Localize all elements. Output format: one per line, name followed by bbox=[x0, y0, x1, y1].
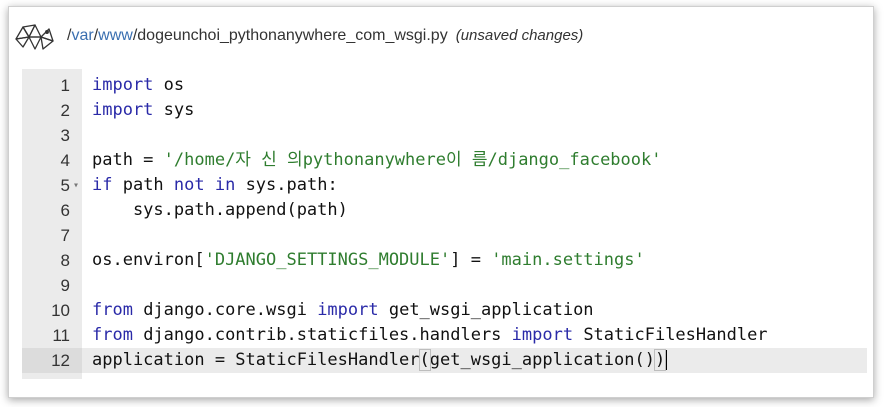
matched-paren: ) bbox=[653, 349, 667, 371]
fold-arrow-icon[interactable]: ▾ bbox=[70, 173, 82, 198]
line-number: 9 bbox=[60, 276, 70, 295]
line-number: 12 bbox=[22, 348, 82, 373]
code-token: ] = bbox=[450, 250, 492, 270]
code-line[interactable]: 7 bbox=[22, 223, 867, 248]
pythonanywhere-snake-logo-icon[interactable] bbox=[13, 19, 59, 55]
code-token: application = StaticFilesHandler bbox=[92, 350, 420, 370]
string-token: 'DJANGO_SETTINGS_MODULE' bbox=[204, 250, 451, 270]
file-breadcrumb: /var/www/dogeunchoi_pythonanywhere_com_w… bbox=[67, 27, 583, 45]
code-line[interactable]: 1 import os bbox=[22, 73, 867, 98]
matched-paren: ( bbox=[418, 349, 431, 371]
line-number: 8 bbox=[60, 251, 70, 270]
code-line[interactable]: 5 ▾ if path not in sys.path: bbox=[22, 173, 867, 198]
line-number: 4 bbox=[60, 151, 70, 170]
code-token: sys bbox=[153, 100, 195, 120]
code-token: StaticFilesHandler bbox=[573, 325, 768, 345]
code-token: os bbox=[153, 75, 185, 95]
keyword-token: import bbox=[92, 100, 154, 120]
editor-window: /var/www/dogeunchoi_pythonanywhere_com_w… bbox=[8, 6, 874, 398]
keyword-token: import bbox=[92, 75, 154, 95]
keyword-token: from bbox=[92, 325, 133, 345]
breadcrumb-filename: dogeunchoi_pythonanywhere_com_wsgi.py bbox=[137, 27, 448, 44]
code-text: sys.path.append(path) bbox=[92, 198, 348, 223]
code-line[interactable]: 9 bbox=[22, 273, 867, 298]
code-text: import sys bbox=[92, 98, 194, 123]
code-text: from django.core.wsgi import get_wsgi_ap… bbox=[92, 298, 594, 323]
line-number: 3 bbox=[60, 126, 70, 145]
code-token: get_wsgi_application bbox=[378, 300, 594, 320]
editor-header: /var/www/dogeunchoi_pythonanywhere_com_w… bbox=[9, 7, 873, 65]
code-text: import os bbox=[92, 73, 184, 98]
text-cursor bbox=[666, 350, 668, 370]
code-line[interactable]: 10 from django.core.wsgi import get_wsgi_… bbox=[22, 298, 867, 323]
line-number: 7 bbox=[60, 226, 70, 245]
unsaved-status: (unsaved changes) bbox=[455, 27, 584, 44]
code-line[interactable]: 2 import sys bbox=[22, 98, 867, 123]
code-token: django.contrib.staticfiles.handlers bbox=[132, 325, 512, 345]
line-number: 2 bbox=[60, 101, 70, 120]
line-number: 6 bbox=[60, 201, 70, 220]
code-text: application = StaticFilesHandler(get_wsg… bbox=[92, 348, 668, 373]
code-token: path bbox=[112, 175, 174, 195]
code-line[interactable]: 6 sys.path.append(path) bbox=[22, 198, 867, 223]
string-token: '/home/자 신 의pythonanywhere이 름/django_fac… bbox=[163, 150, 662, 170]
code-token: sys.path.append(path) bbox=[92, 200, 348, 220]
keyword-token: if bbox=[92, 175, 113, 195]
breadcrumb-link-www[interactable]: www bbox=[98, 27, 133, 44]
code-text: path = '/home/자 신 의pythonanywhere이 름/dja… bbox=[92, 148, 662, 173]
code-lines[interactable]: 1 import os 2 import sys 3 4 path = '/home/자 신… bbox=[22, 73, 867, 373]
line-number: 11 bbox=[52, 326, 70, 345]
code-line[interactable]: 12 application = StaticFilesHandler(get_w… bbox=[22, 348, 867, 373]
code-text: os.environ['DJANGO_SETTINGS_MODULE'] = '… bbox=[92, 248, 645, 273]
keyword-token: import bbox=[317, 300, 379, 320]
line-number: 10 bbox=[51, 301, 70, 320]
code-token: django.core.wsgi bbox=[132, 300, 318, 320]
keyword-token: not in bbox=[173, 175, 236, 195]
string-token: 'main.settings' bbox=[491, 250, 645, 270]
keyword-token: import bbox=[511, 325, 574, 345]
code-text: from django.contrib.staticfiles.handlers… bbox=[92, 323, 768, 348]
keyword-token: from bbox=[92, 300, 133, 320]
code-line[interactable]: 11 from django.contrib.staticfiles.handle… bbox=[22, 323, 867, 348]
code-line[interactable]: 3 bbox=[22, 123, 867, 148]
code-editor[interactable]: 1 import os 2 import sys 3 4 path = '/home/자 신… bbox=[22, 69, 867, 379]
code-token: os.environ[ bbox=[92, 250, 205, 270]
breadcrumb-link-var[interactable]: var bbox=[71, 27, 93, 44]
line-number: 1 bbox=[60, 76, 70, 95]
code-text: if path not in sys.path: bbox=[92, 173, 338, 198]
code-line[interactable]: 4 path = '/home/자 신 의pythonanywhere이 름/dj… bbox=[22, 148, 867, 173]
code-token: sys.path: bbox=[235, 175, 338, 195]
code-line[interactable]: 8 os.environ['DJANGO_SETTINGS_MODULE'] = … bbox=[22, 248, 867, 273]
code-token: get_wsgi_application() bbox=[429, 350, 655, 370]
code-token: path = bbox=[92, 150, 164, 170]
